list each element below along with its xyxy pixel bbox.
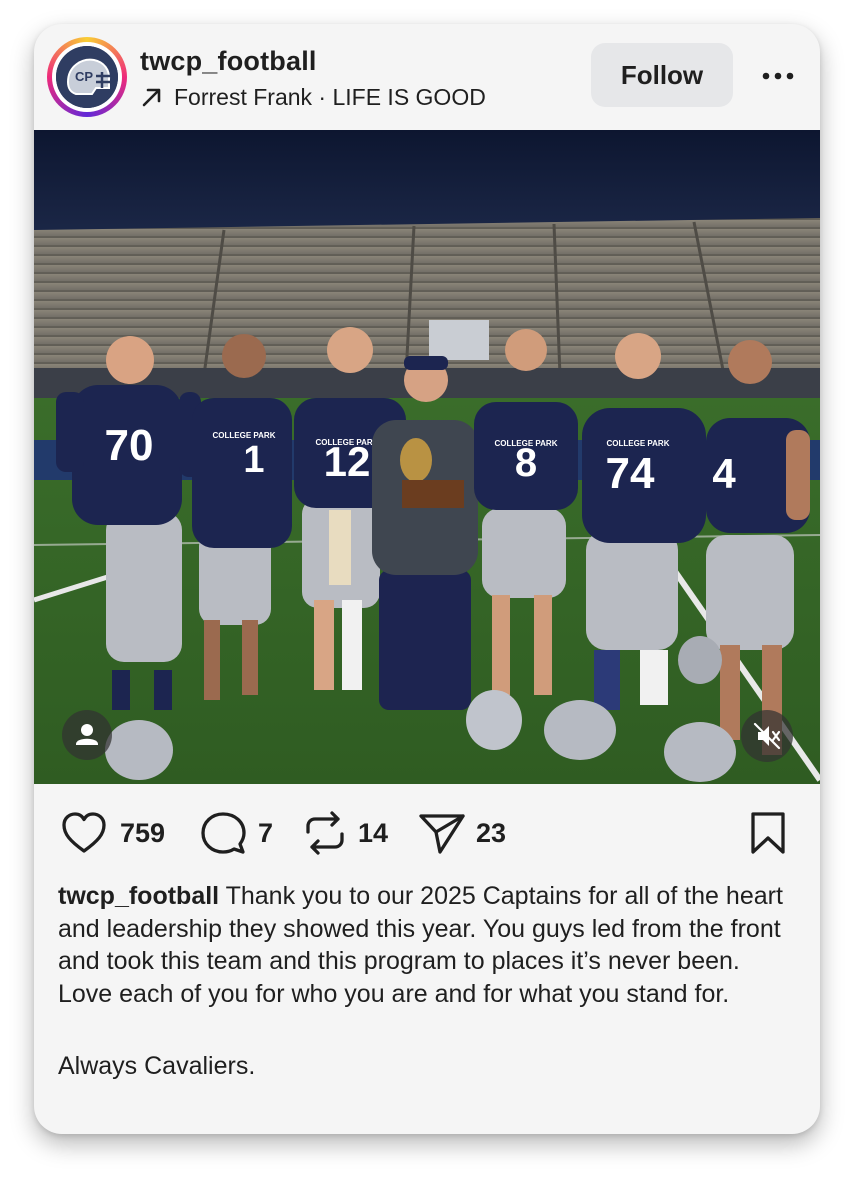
jersey-team-text: COLLEGE PARK: [607, 439, 670, 448]
post-header: CP twcp_football Forrest Frank · LIFE IS…: [34, 24, 820, 130]
helmet: [544, 700, 616, 760]
post-photo[interactable]: 70 COLLEGE PARK 1 COLLEGE PARK 12 COLLEG…: [34, 130, 820, 784]
avatar-logo-text: CP: [75, 69, 93, 84]
jersey-number: 4: [712, 450, 736, 497]
tagged-users-button[interactable]: [62, 710, 112, 760]
send-icon: [419, 814, 465, 854]
caption-signoff: Always Cavaliers.: [58, 1052, 256, 1081]
jersey-number: 74: [606, 449, 655, 498]
comment-count: 7: [258, 818, 274, 848]
jersey-number: 8: [515, 441, 537, 485]
team-captains-photo: 70 COLLEGE PARK 1 COLLEGE PARK 12 COLLEG…: [34, 130, 820, 784]
save-button[interactable]: [748, 810, 788, 856]
user-icon: [76, 724, 98, 745]
helmet: [664, 722, 736, 782]
jersey-number: 12: [324, 438, 371, 485]
jersey-number: 70: [105, 421, 154, 470]
share-count: 23: [476, 818, 507, 848]
more-horizontal-icon: [762, 72, 794, 80]
helmet: [678, 636, 722, 684]
comment-button[interactable]: 7: [200, 810, 280, 856]
jersey-number: 1: [243, 439, 264, 481]
like-count: 759: [120, 818, 166, 848]
share-button[interactable]: 23: [418, 810, 514, 856]
helmet: [466, 690, 522, 750]
like-button[interactable]: 759: [60, 810, 172, 856]
caption-body: twcp_football Thank you to our 2025 Capt…: [58, 880, 798, 1010]
audio-attribution[interactable]: Forrest Frank · LIFE IS GOOD: [140, 84, 486, 111]
bookmark-icon: [751, 812, 785, 854]
post-card: CP twcp_football Forrest Frank · LIFE IS…: [34, 24, 820, 1134]
speaker-muted-icon: [753, 722, 781, 750]
heart-icon: [62, 812, 106, 853]
caption-username[interactable]: twcp_football: [58, 882, 219, 910]
helmet: [105, 720, 173, 780]
follow-button[interactable]: Follow: [591, 43, 733, 107]
repost-icon: [306, 811, 344, 855]
mute-toggle-button[interactable]: [741, 710, 793, 762]
audio-label: Forrest Frank · LIFE IS GOOD: [174, 84, 486, 110]
post-actions-bar: 759 7 14 23: [34, 784, 820, 880]
avatar[interactable]: CP: [47, 37, 127, 117]
repost-count: 14: [358, 818, 389, 848]
comment-icon: [201, 812, 246, 854]
repost-button[interactable]: 14: [304, 810, 394, 856]
more-options-button[interactable]: [758, 64, 798, 88]
post-username[interactable]: twcp_football: [140, 46, 317, 77]
team-logo-icon: CP: [56, 46, 118, 108]
post-caption: twcp_football Thank you to our 2025 Capt…: [58, 880, 798, 1083]
arrow-up-right-icon: [142, 88, 161, 107]
